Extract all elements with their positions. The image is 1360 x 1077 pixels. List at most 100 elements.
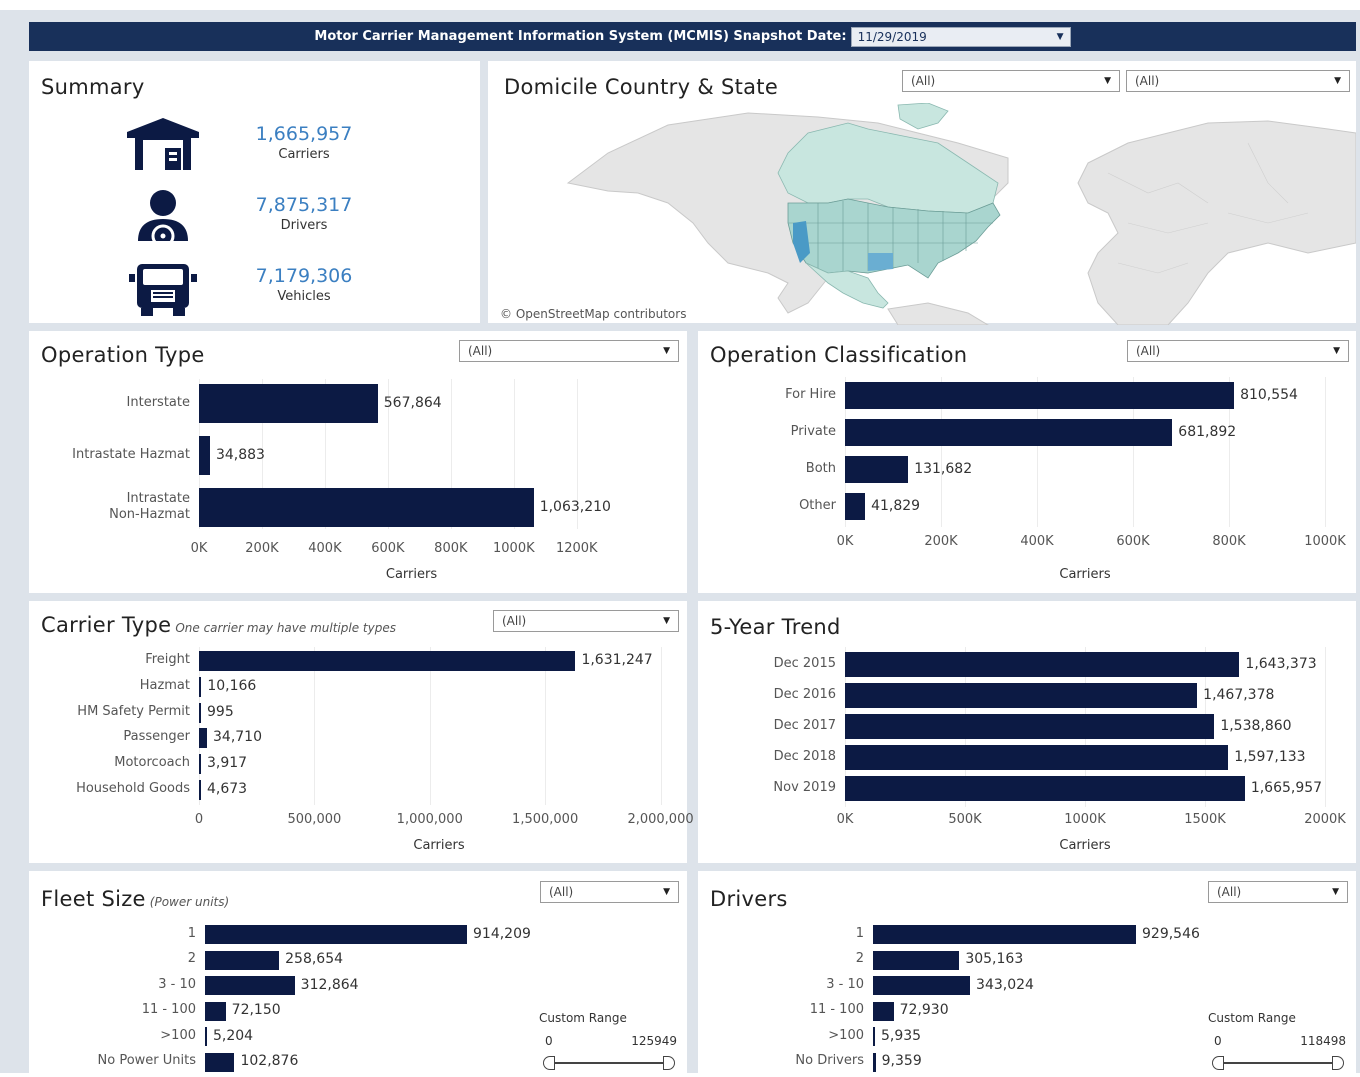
operation_type-category-label-line: Intrastate Hazmat xyxy=(72,446,190,462)
fleet_size-category-label-line: 2 xyxy=(187,951,196,966)
carrier_type-x-tick: 1,000,000 xyxy=(396,812,463,827)
drivers-category-label: >100 xyxy=(828,1028,864,1044)
five-year-trend-chart: 0K 500K 1000K 1500K 2000K Carriers Dec 2015 1,6… xyxy=(698,601,1356,863)
operation_type-bar xyxy=(199,384,378,423)
drivers-value-label: 343,024 xyxy=(976,976,1034,993)
canada-region xyxy=(777,122,999,214)
fleet-size-filter-value: (All) xyxy=(549,885,574,899)
snapshot-date-value: 11/29/2019 xyxy=(857,29,927,44)
operation_classification-value-label: 41,829 xyxy=(871,497,921,514)
fleet_size-category-label: 2 xyxy=(188,951,196,967)
carrier_type-bar xyxy=(199,676,202,697)
drivers-range-max-handle[interactable] xyxy=(1332,1056,1344,1070)
operation_classification-category-label-line: Other xyxy=(799,497,836,513)
fleet-size-range-label: Custom Range xyxy=(539,1011,627,1025)
five_year_trend-category-label: Dec 2015 xyxy=(774,656,836,672)
operation_classification-value-label: 810,554 xyxy=(1240,386,1298,403)
operation_classification-bar xyxy=(845,382,1235,409)
chevron-down-icon: ▼ xyxy=(1334,76,1341,86)
fleet-size-custom-range[interactable]: Custom Range 0 125949 xyxy=(537,1011,677,1071)
operation_type-value-label: 1,063,210 xyxy=(539,498,611,515)
five_year_trend-bar xyxy=(845,745,1229,770)
carrier_type-x-axis-title: Carriers xyxy=(413,838,465,853)
operation_classification-gridline xyxy=(1325,377,1326,527)
map-canvas xyxy=(566,103,1357,325)
five_year_trend-value-label: 1,538,860 xyxy=(1220,717,1292,734)
operation_type-x-axis-title: Carriers xyxy=(385,567,438,582)
carrier_type-value-label: 3,917 xyxy=(207,755,248,772)
carrier_type-value-label: 10,166 xyxy=(207,677,257,694)
five_year_trend-x-tick: 0K xyxy=(836,812,854,827)
country-filter-value: (All) xyxy=(911,74,936,88)
five_year_trend-category-label: Dec 2016 xyxy=(774,687,836,703)
carrier_type-value-label: 34,710 xyxy=(213,729,262,746)
operation_type-category-label-line: Interstate xyxy=(126,394,190,410)
state-filter-value: (All) xyxy=(1135,74,1160,88)
fleet_size-value-label: 312,864 xyxy=(300,976,359,993)
map-panel: Domicile Country & State (All) ▼ (All) ▼ xyxy=(488,61,1357,325)
carrier_type-value-label: 1,631,247 xyxy=(581,652,653,668)
operation_classification-x-tick: 400K xyxy=(1020,534,1054,549)
fleet-size-filter[interactable]: (All) ▼ xyxy=(540,881,679,903)
drivers-range-label: Custom Range xyxy=(1208,1011,1296,1025)
summary-drivers: 7,875,317 Drivers xyxy=(29,189,479,255)
fleet-size-range-max: 125949 xyxy=(631,1034,677,1048)
fleet-size-range-min-handle[interactable] xyxy=(543,1056,555,1070)
state-filter-dropdown[interactable]: (All) ▼ xyxy=(1126,70,1350,92)
drivers-range-min-handle[interactable] xyxy=(1212,1056,1224,1070)
fleet-size-range-track[interactable] xyxy=(549,1062,669,1064)
carrier_type-value-label: 995 xyxy=(207,703,234,720)
five_year_trend-value-label: 1,643,373 xyxy=(1245,655,1317,672)
map-credit: © OpenStreetMap contributors xyxy=(500,307,687,321)
fleet_size-category-label-line: 11 - 100 xyxy=(141,1002,196,1017)
fleet-size-panel: Fleet Size (Power units) (All) ▼ 1 914,209… xyxy=(29,871,687,1073)
five_year_trend-value-label: 1,597,133 xyxy=(1234,748,1306,765)
fleet_size-category-label: 1 xyxy=(188,926,196,942)
operation_classification-category-label-line: Both xyxy=(805,460,836,476)
carrier_type-value-label: 4,673 xyxy=(207,781,248,797)
operation_classification-value-label: 681,892 xyxy=(1178,423,1237,440)
five_year_trend-bar xyxy=(845,652,1240,677)
drivers-category-label-line: 1 xyxy=(855,925,864,941)
operation_type-category-label-line: Intrastate xyxy=(126,490,190,506)
operation_classification-category-label-line: For Hire xyxy=(785,386,836,402)
five_year_trend-x-tick: 1500K xyxy=(1184,812,1226,827)
fleet_size-category-label-line: 1 xyxy=(187,925,196,941)
fleet-size-range-max-handle[interactable] xyxy=(663,1056,675,1070)
operation-classification-chart: 0K 200K 400K 600K 800K 1000K Carriers For Hire 8… xyxy=(698,331,1356,593)
five_year_trend-category-label-line: Dec 2015 xyxy=(773,655,836,671)
bottom-border xyxy=(0,1073,1360,1077)
country-filter-dropdown[interactable]: (All) ▼ xyxy=(902,70,1120,92)
operation_classification-bar xyxy=(845,493,866,520)
fleet_size-category-label: 11 - 100 xyxy=(142,1002,196,1018)
operation_type-category-label: Interstate xyxy=(127,395,190,411)
carriers-label: Carriers xyxy=(278,147,330,162)
operation_classification-category-label: Other xyxy=(799,498,836,514)
driver-icon xyxy=(138,190,188,248)
five_year_trend-category-label-line: Dec 2016 xyxy=(773,686,836,702)
carrier-type-chart: 0 500,000 1,000,000 1,500,000 2,000,000 Carri… xyxy=(29,601,694,863)
world-map[interactable] xyxy=(488,103,1360,325)
summary-title: Summary xyxy=(41,75,145,99)
five_year_trend-bar xyxy=(845,776,1245,801)
fleet_size-value-label: 72,150 xyxy=(231,1002,281,1018)
drivers-chart: 1 929,546 2 305,163 3 - 10 343,024 11 - 100 72,… xyxy=(698,871,1200,1073)
drivers-category-label-line: 2 xyxy=(855,951,864,966)
drivers-custom-range[interactable]: Custom Range 0 118498 xyxy=(1206,1011,1346,1071)
drivers-category-label: 1 xyxy=(856,926,864,942)
snapshot-date-select[interactable]: 11/29/2019 ▼ xyxy=(850,26,1071,47)
operation_type-category-label: Intrastate Hazmat xyxy=(72,447,190,463)
fleet_size-bar xyxy=(205,976,295,995)
drivers-filter[interactable]: (All) ▼ xyxy=(1208,881,1348,903)
operation_type-x-tick: 800K xyxy=(434,541,468,556)
carrier_type-bar xyxy=(199,754,201,775)
drivers-range-track[interactable] xyxy=(1218,1062,1338,1064)
drivers-category-label: No Drivers xyxy=(795,1053,864,1069)
operation_classification-bar xyxy=(845,456,909,483)
drivers-value-label: 9,359 xyxy=(881,1053,922,1069)
operation_type-value-label: 34,883 xyxy=(215,446,265,463)
carrier_type-category-label-line: HM Safety Permit xyxy=(77,703,190,719)
drivers-bar xyxy=(873,1052,876,1072)
carrier_type-bar xyxy=(199,651,576,671)
operation_type-bar xyxy=(199,436,210,475)
